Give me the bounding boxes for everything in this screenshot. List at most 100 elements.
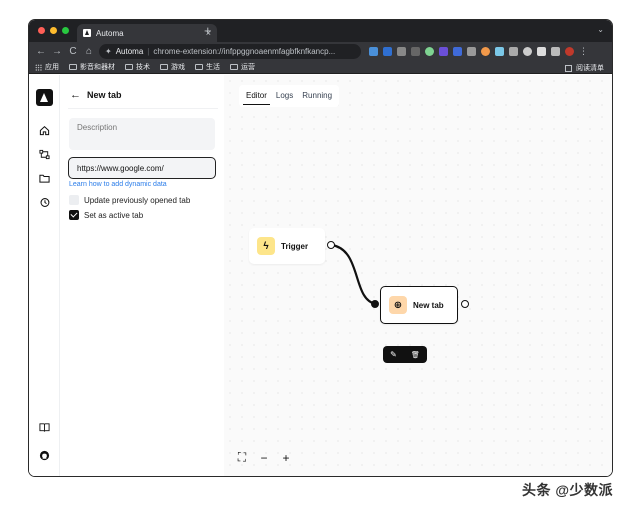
bookmark-label: 游戏 [171,64,185,71]
zoom-out-button[interactable]: − [258,451,270,465]
bookmark-apps[interactable]: 应用 [35,62,59,72]
trigger-output-port[interactable] [327,241,335,249]
update-tab-option[interactable]: Update previously opened tab [69,195,190,205]
new-tab-input-port[interactable] [371,300,379,308]
reading-list-button[interactable]: 阅读清单 [565,63,604,73]
trigger-node[interactable]: ϟ Trigger [249,228,325,264]
reload-button[interactable]: C [65,46,81,57]
media-icon[interactable] [551,47,560,56]
extension-icon[interactable] [467,47,476,56]
new-tab-button[interactable]: + [204,23,212,39]
connection-edge [331,243,377,306]
bookmark-label: 技术 [136,64,150,71]
apps-grid-icon [35,63,42,71]
extension-icon[interactable] [397,47,406,56]
update-tab-checkbox[interactable] [69,195,79,205]
home-button[interactable]: ⌂ [81,46,97,57]
tab-title: Automa [96,28,124,38]
extension-icon[interactable] [453,47,462,56]
back-button[interactable]: ← [33,46,49,57]
zoom-in-button[interactable]: + [280,451,292,465]
app-sidebar [29,75,60,476]
trigger-node-label: Trigger [281,241,309,251]
bookmark-label: 生活 [206,64,220,71]
node-toolbar: ✎ 🗑 [383,346,427,363]
bookmark-folder[interactable]: 技术 [125,62,150,72]
maximize-window-button[interactable] [62,27,69,34]
reading-list-icon [565,64,572,72]
active-tab-checkbox[interactable] [69,210,79,220]
bookmarks-bar: 应用 影音和器材 技术 游戏 生活 运营 阅读清单 [29,61,612,74]
panel-header: ← New tab [70,89,122,101]
new-tab-node[interactable]: ⊕ New tab [380,286,458,324]
description-field[interactable] [69,118,215,150]
globe-icon: ⊕ [389,296,407,314]
folder-icon [125,64,133,70]
workflow-icon[interactable] [39,149,50,160]
watermark: 头条 @少数派 [522,482,614,498]
bookmark-folder[interactable]: 运营 [230,62,255,72]
url-input[interactable] [68,157,216,179]
extension-icon[interactable] [495,47,504,56]
extension-icon[interactable] [439,47,448,56]
extensions-puzzle-icon[interactable] [537,47,546,56]
extension-icon[interactable] [369,47,378,56]
fit-view-icon[interactable]: ⛶ [236,450,248,465]
automa-logo-icon[interactable] [36,89,53,106]
browser-toolbar: ← → C ⌂ ✦ Automa | chrome-extension://in… [29,42,612,61]
reading-list-label: 阅读清单 [576,65,604,72]
dynamic-data-link[interactable]: Learn how to add dynamic data [69,181,167,188]
block-settings-panel: ← New tab Learn how to add dynamic data … [60,75,224,476]
lightning-icon: ϟ [257,237,275,255]
window-controls [38,27,69,34]
workflow-canvas[interactable]: Editor Logs Running ϟ Trigger ⊕ New tab … [224,75,612,476]
profile-avatar[interactable] [565,47,574,56]
omnibox-site-name: Automa [115,47,144,56]
omnibox-url: chrome-extension://infppggnoaenmfagbfknf… [153,47,336,56]
tab-search-chevron-icon[interactable]: ⌄ [597,25,604,34]
panel-title: New tab [87,90,122,100]
forward-button[interactable]: → [49,46,65,57]
extension-icon[interactable] [523,47,532,56]
browser-window: Automa × + ⌄ ← → C ⌂ ✦ Automa | chrome-e… [29,20,612,476]
new-tab-output-port[interactable] [461,300,469,308]
bookmark-label: 应用 [45,64,59,71]
home-icon[interactable] [39,125,50,136]
bookmark-label: 影音和器材 [80,64,115,71]
folder-icon [69,64,77,70]
canvas-controls: ⛶ − + [236,450,292,465]
extension-icon[interactable] [383,47,392,56]
menu-dots-icon[interactable]: ⋮ [579,46,588,57]
panel-divider [68,108,218,109]
bookmark-folder[interactable]: 影音和器材 [69,62,115,72]
close-window-button[interactable] [38,27,45,34]
history-icon[interactable] [39,197,50,208]
automa-favicon-icon [83,29,91,37]
back-arrow-icon[interactable]: ← [70,89,81,101]
folder-icon[interactable] [39,173,50,184]
folder-icon [160,64,168,70]
bookmark-folder[interactable]: 游戏 [160,62,185,72]
extension-icon[interactable] [425,47,434,56]
extension-icon[interactable] [509,47,518,56]
folder-icon [195,64,203,70]
tab-strip: Automa × + ⌄ [29,20,612,42]
edit-pencil-icon[interactable]: ✎ [390,350,397,359]
extension-icons: ⋮ [369,46,588,57]
minimize-window-button[interactable] [50,27,57,34]
folder-icon [230,64,238,70]
address-bar[interactable]: ✦ Automa | chrome-extension://infppggnoa… [99,44,361,59]
bookmark-folder[interactable]: 生活 [195,62,220,72]
delete-trash-icon[interactable]: 🗑 [411,351,420,359]
active-tab-label: Set as active tab [84,210,144,220]
new-tab-node-label: New tab [413,300,444,310]
extension-puzzle-icon: ✦ [105,47,112,56]
docs-book-icon[interactable] [39,422,50,433]
active-tab-option[interactable]: Set as active tab [69,210,143,220]
update-tab-label: Update previously opened tab [84,195,191,205]
github-icon[interactable] [39,450,50,461]
extension-icon[interactable] [411,47,420,56]
omnibox-separator: | [147,47,150,56]
extension-icon[interactable] [481,47,490,56]
browser-tab-automa[interactable]: Automa × [77,24,217,42]
